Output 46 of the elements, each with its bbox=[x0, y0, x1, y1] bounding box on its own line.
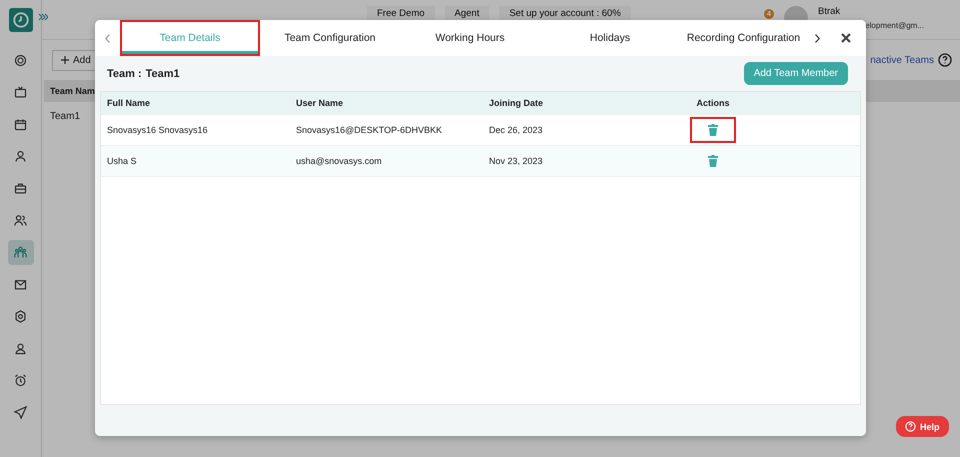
table-cell-text: Dec 26, 2023 bbox=[488, 125, 544, 135]
settings-icon bbox=[13, 309, 28, 324]
close-icon bbox=[841, 33, 851, 43]
alarm-clock-icon bbox=[13, 373, 28, 388]
table-cell-text: usha@snovasys.com bbox=[295, 156, 383, 166]
team-icon bbox=[13, 245, 28, 260]
help-button[interactable]: Help bbox=[896, 416, 949, 437]
table-cell-text: Snovasys16 Snovasys16 bbox=[106, 125, 209, 135]
delete-button[interactable] bbox=[690, 117, 736, 143]
column-header: User Name bbox=[295, 98, 344, 108]
team-name: Team1 bbox=[146, 68, 180, 80]
app-logo[interactable] bbox=[8, 8, 32, 32]
tab[interactable]: Holidays bbox=[540, 20, 680, 56]
tab[interactable]: Team Configuration bbox=[260, 20, 400, 56]
column-header: Joining Date bbox=[488, 98, 544, 108]
tv-icon bbox=[13, 85, 28, 100]
calendar-icon bbox=[13, 117, 28, 132]
user-icon bbox=[13, 341, 28, 356]
table-cell: Team1 bbox=[50, 111, 80, 122]
trash-icon bbox=[708, 124, 718, 136]
user-email: elopment@gm... bbox=[865, 21, 924, 30]
column-header: Actions bbox=[695, 98, 730, 108]
question-icon bbox=[905, 421, 916, 432]
table-cell-text: Snovasys16@DESKTOP-6DHVBKK bbox=[295, 125, 444, 135]
team-label: Team : bbox=[107, 68, 142, 80]
expand-icon[interactable] bbox=[38, 13, 48, 21]
person-icon bbox=[13, 149, 28, 164]
plus-icon bbox=[61, 56, 69, 64]
target-icon bbox=[13, 53, 28, 68]
people-icon bbox=[13, 213, 28, 228]
column-header: Team Nam bbox=[50, 86, 95, 96]
sidebar-item[interactable] bbox=[8, 240, 34, 265]
tab[interactable]: Working Hours bbox=[400, 20, 540, 56]
trash-icon bbox=[708, 155, 718, 167]
chevron-right-icon bbox=[814, 34, 820, 42]
tab[interactable]: Recording Configuration bbox=[680, 20, 807, 56]
help-icon[interactable] bbox=[938, 53, 952, 67]
briefcase-icon bbox=[13, 181, 28, 196]
mail-icon bbox=[13, 277, 28, 292]
table-cell-text: Usha S bbox=[106, 156, 138, 166]
table-cell-text: Nov 23, 2023 bbox=[488, 156, 544, 166]
chevron-left-icon bbox=[105, 34, 110, 42]
send-icon bbox=[13, 405, 28, 420]
column-header: Full Name bbox=[106, 98, 152, 108]
clock-icon bbox=[12, 11, 30, 29]
user-name: Btrak bbox=[818, 6, 842, 17]
